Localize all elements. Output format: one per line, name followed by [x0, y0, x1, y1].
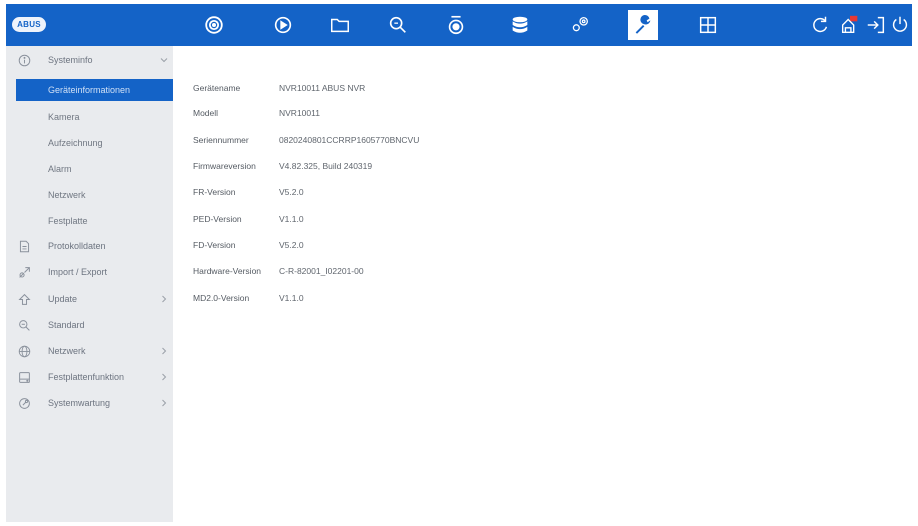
playback-icon[interactable]	[269, 11, 297, 39]
hdd-icon	[17, 370, 31, 384]
layout-icon[interactable]	[694, 11, 722, 39]
sidebar-subitem-kamera[interactable]: Kamera	[6, 106, 173, 128]
settings-icon[interactable]	[566, 11, 594, 39]
info-value: V1.1.0	[279, 214, 304, 224]
info-value: C-R-82001_I02201-00	[279, 266, 364, 276]
info-key: Gerätename	[193, 83, 241, 93]
nvr-app-window: ABUS Systeminfo Geräteinformationen Kame…	[6, 4, 912, 522]
storage-icon[interactable]	[506, 11, 534, 39]
sidebar-item-systeminfo[interactable]: Systeminfo	[6, 49, 173, 71]
sidebar-item-standard[interactable]: Standard	[6, 314, 173, 336]
info-key: Modell	[193, 108, 219, 118]
info-key: Firmwareversion	[193, 161, 256, 171]
info-value: 0820240801CCRRP1605770BNCVU	[279, 135, 420, 145]
info-icon	[17, 53, 31, 67]
info-value: NVR10011 ABUS NVR	[279, 83, 366, 93]
sidebar-item-protokolldaten[interactable]: Protokolldaten	[6, 235, 173, 257]
abus-logo: ABUS	[12, 17, 46, 32]
chevron-right-icon	[159, 372, 169, 382]
sidebar-item-systemwartung[interactable]: Systemwartung	[6, 392, 173, 414]
network-icon	[17, 344, 31, 358]
info-value: V4.82.325, Build 240319	[279, 161, 373, 171]
sidebar-item-label: Update	[48, 294, 78, 304]
sidebar-item-netzwerk[interactable]: Netzwerk	[6, 340, 173, 362]
sidebar-item-label: Festplattenfunktion	[48, 372, 125, 382]
files-icon[interactable]	[326, 11, 354, 39]
update-icon	[17, 292, 31, 306]
info-key: MD2.0-Version	[193, 293, 250, 303]
maintenance-icon[interactable]	[628, 10, 658, 40]
system-maintenance-icon	[17, 396, 31, 410]
info-key: FD-Version	[193, 240, 236, 250]
sidebar-item-label: Standard	[48, 320, 85, 330]
sidebar-subitem-label: Aufzeichnung	[48, 138, 103, 148]
sidebar-item-label: Import / Export	[48, 267, 108, 277]
sidebar-subitem-alarm[interactable]: Alarm	[6, 158, 173, 180]
sidebar-subitem-aufzeichnung[interactable]: Aufzeichnung	[6, 132, 173, 154]
refresh-icon[interactable]	[806, 11, 834, 39]
info-key: FR-Version	[193, 187, 236, 197]
sidebar-item-label: Protokolldaten	[48, 241, 106, 251]
default-icon	[17, 318, 31, 332]
sidebar: Systeminfo Geräteinformationen Kamera Au…	[6, 46, 173, 522]
sidebar-subitem-label: Alarm	[48, 164, 72, 174]
power-icon[interactable]	[886, 11, 912, 39]
info-key: PED-Version	[193, 214, 242, 224]
sidebar-item-update[interactable]: Update	[6, 288, 173, 310]
info-key: Hardware-Version	[193, 266, 262, 276]
sidebar-item-label: Systeminfo	[48, 55, 93, 65]
info-value: V1.1.0	[279, 293, 304, 303]
sidebar-item-label: Netzwerk	[48, 346, 86, 356]
info-value: V5.2.0	[279, 240, 304, 250]
sidebar-subitem-festplatte[interactable]: Festplatte	[6, 210, 173, 232]
camera-icon[interactable]	[442, 11, 470, 39]
sidebar-subitem-netzwerk[interactable]: Netzwerk	[6, 184, 173, 206]
alarm-icon[interactable]	[836, 11, 864, 39]
sidebar-item-label: Systemwartung	[48, 398, 111, 408]
chevron-right-icon	[159, 294, 169, 304]
chevron-right-icon	[159, 398, 169, 408]
top-navigation-bar: ABUS	[6, 4, 912, 46]
device-info-panel: Gerätename NVR10011 ABUS NVR Modell NVR1…	[173, 46, 912, 522]
info-value: V5.2.0	[279, 187, 304, 197]
sidebar-subitem-label: Geräteinformationen	[48, 85, 131, 95]
sidebar-subitem-geraeteinformationen[interactable]: Geräteinformationen	[16, 79, 173, 101]
sidebar-subitem-label: Festplatte	[48, 216, 88, 226]
chevron-right-icon	[159, 346, 169, 356]
import-export-icon	[17, 265, 31, 279]
sidebar-item-import-export[interactable]: Import / Export	[6, 261, 173, 283]
sidebar-item-festplattenfunktion[interactable]: Festplattenfunktion	[6, 366, 173, 388]
sidebar-subitem-label: Netzwerk	[48, 190, 86, 200]
info-value: NVR10011	[279, 108, 320, 118]
sidebar-subitem-label: Kamera	[48, 112, 80, 122]
live-view-icon[interactable]	[200, 11, 228, 39]
search-icon[interactable]	[384, 11, 412, 39]
log-icon	[17, 239, 31, 253]
info-key: Seriennummer	[193, 135, 249, 145]
chevron-down-icon	[159, 55, 169, 65]
